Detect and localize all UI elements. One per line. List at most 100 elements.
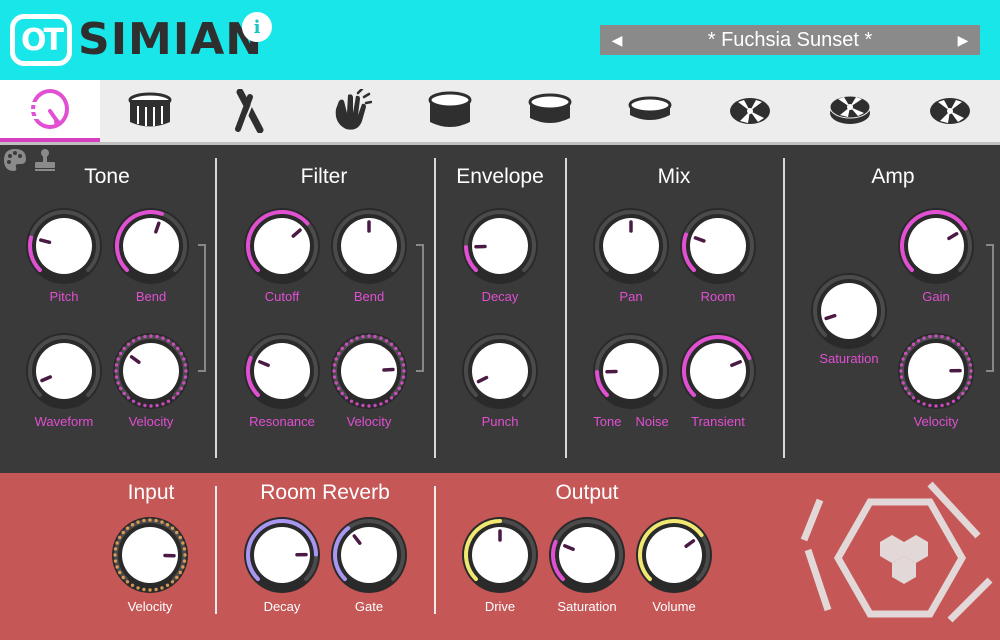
- waveform-knob-graphic[interactable]: [24, 331, 104, 411]
- cutoff-knob-graphic[interactable]: [242, 206, 322, 286]
- input-velocity-knob[interactable]: [110, 515, 190, 595]
- tab-tom-2[interactable]: [500, 80, 600, 142]
- reverb-gate-knob[interactable]: [329, 515, 409, 595]
- punch-label: Punch: [481, 414, 519, 429]
- cymbal-icon: [730, 98, 770, 124]
- section-title-room-reverb: Room Reverb: [260, 481, 390, 504]
- preset-selector[interactable]: ◀ * Fuchsia Sunset * ▶: [600, 25, 980, 55]
- pitch-knob[interactable]: [24, 206, 104, 286]
- next-preset-icon[interactable]: ▶: [956, 32, 970, 49]
- section-divider: [215, 158, 217, 458]
- saturation-label: Saturation: [819, 351, 879, 366]
- drive-knob-graphic[interactable]: [460, 515, 540, 595]
- tone-velocity-knob[interactable]: [111, 331, 191, 411]
- transient-knob-graphic[interactable]: [678, 331, 758, 411]
- volume-label: Volume: [652, 599, 696, 614]
- volume-knob-graphic[interactable]: [634, 515, 714, 595]
- kick-drum-icon: [29, 89, 69, 129]
- tone-noise-knob[interactable]: [591, 331, 671, 411]
- room-knob[interactable]: [678, 206, 758, 286]
- section-divider: [783, 158, 785, 458]
- saturation-knob[interactable]: [809, 271, 889, 351]
- section-title-tone: Tone: [84, 165, 130, 188]
- out-saturation-knob-graphic[interactable]: [547, 515, 627, 595]
- tab-cymbal-1[interactable]: [700, 80, 800, 142]
- gain-knob[interactable]: [896, 206, 976, 286]
- snare-drum-icon: [128, 92, 172, 127]
- pan-knob[interactable]: [591, 206, 671, 286]
- room-knob-graphic[interactable]: [678, 206, 758, 286]
- info-icon[interactable]: i: [242, 12, 272, 42]
- tab-cymbal-2[interactable]: [800, 80, 900, 142]
- filter-velocity-knob[interactable]: [329, 331, 409, 411]
- bend-label: Bend: [135, 289, 167, 304]
- out-saturation-knob[interactable]: [547, 515, 627, 595]
- tab-clap[interactable]: [300, 80, 400, 142]
- logo-badge: OT: [10, 14, 72, 66]
- tone-label: Tone: [593, 414, 622, 429]
- gain-knob-graphic[interactable]: [896, 206, 976, 286]
- mod-bracket: [986, 244, 994, 372]
- header-bar: OT SIMIAN i ◀ * Fuchsia Sunset * ▶: [0, 0, 1000, 80]
- section-title-amp: Amp: [871, 165, 915, 188]
- mod-bracket: [198, 244, 206, 372]
- section-divider: [565, 158, 567, 458]
- punch-knob[interactable]: [460, 331, 540, 411]
- cymbal-icon: [930, 98, 970, 124]
- tone-velocity-label: Velocity: [128, 414, 174, 429]
- decay-knob[interactable]: [460, 206, 540, 286]
- section-title-input: Input: [127, 481, 175, 504]
- palette-icon[interactable]: [2, 147, 28, 173]
- drive-knob[interactable]: [460, 515, 540, 595]
- punch-knob-graphic[interactable]: [460, 331, 540, 411]
- reverb-gate-knob-graphic[interactable]: [329, 515, 409, 595]
- tab-tom-3[interactable]: [600, 80, 700, 142]
- pitch-knob-graphic[interactable]: [24, 206, 104, 286]
- clap-icon: [335, 89, 372, 130]
- prev-preset-icon[interactable]: ◀: [610, 32, 624, 49]
- input-velocity-knob-graphic[interactable]: [110, 515, 190, 595]
- tab-cymbal-3[interactable]: [900, 80, 1000, 142]
- tab-snare[interactable]: [100, 80, 200, 142]
- section-divider: [215, 486, 217, 614]
- pan-knob-graphic[interactable]: [591, 206, 671, 286]
- tom-icon: [528, 93, 572, 123]
- cutoff-knob[interactable]: [242, 206, 322, 286]
- filter-bend-knob[interactable]: [329, 206, 409, 286]
- tone-noise-knob-graphic[interactable]: [591, 331, 671, 411]
- bend-knob[interactable]: [111, 206, 191, 286]
- reverb-decay-knob[interactable]: [242, 515, 322, 595]
- app-logo: OT SIMIAN: [10, 12, 263, 68]
- transient-knob[interactable]: [678, 331, 758, 411]
- waveform-knob[interactable]: [24, 331, 104, 411]
- section-divider: [434, 486, 436, 614]
- volume-knob[interactable]: [634, 515, 714, 595]
- reverb-decay-knob-graphic[interactable]: [242, 515, 322, 595]
- tab-tom-1[interactable]: [400, 80, 500, 142]
- amp-velocity-label: Velocity: [913, 414, 959, 429]
- resonance-knob[interactable]: [242, 331, 322, 411]
- input-velocity-label: Velocity: [127, 599, 173, 614]
- resonance-knob-graphic[interactable]: [242, 331, 322, 411]
- reverb-gate-label: Gate: [354, 599, 384, 614]
- saturation-knob-graphic[interactable]: [809, 271, 889, 351]
- section-title-filter: Filter: [300, 165, 348, 188]
- amp-velocity-knob-graphic[interactable]: [896, 331, 976, 411]
- decay-knob-graphic[interactable]: [460, 206, 540, 286]
- section-title-mix: Mix: [657, 165, 691, 188]
- logo-text: SIMIAN: [78, 14, 264, 65]
- cymbal-icon: [829, 95, 871, 124]
- preset-name[interactable]: * Fuchsia Sunset *: [708, 29, 873, 52]
- tom-icon: [628, 96, 672, 120]
- filter-bend-label: Bend: [353, 289, 385, 304]
- tab-kick[interactable]: [0, 80, 100, 142]
- filter-bend-knob-graphic[interactable]: [329, 206, 409, 286]
- amp-velocity-knob[interactable]: [896, 331, 976, 411]
- transient-label: Transient: [691, 414, 745, 429]
- bend-knob-graphic[interactable]: [111, 206, 191, 286]
- tab-sticks[interactable]: [200, 80, 300, 142]
- filter-velocity-knob-graphic[interactable]: [329, 331, 409, 411]
- room-label: Room: [700, 289, 736, 304]
- section-title-envelope: Envelope: [456, 165, 544, 188]
- tone-velocity-knob-graphic[interactable]: [111, 331, 191, 411]
